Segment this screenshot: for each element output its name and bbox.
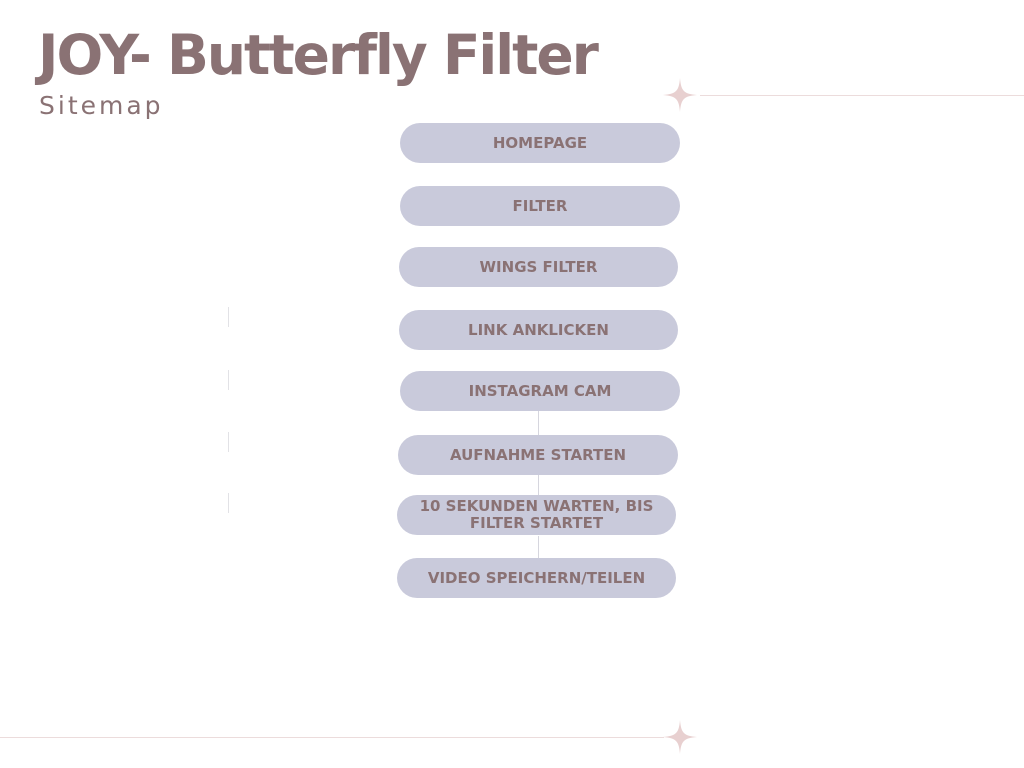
connector-tick (228, 307, 229, 327)
sitemap-node-label: INSTAGRAM CAM (468, 381, 612, 400)
connector-tick (228, 432, 229, 452)
sitemap-node-wings-filter[interactable]: WINGS FILTER (399, 247, 678, 287)
sitemap-node-label: AUFNAHME STARTEN (449, 445, 627, 464)
sitemap-node-link-anklicken[interactable]: LINK ANKLICKEN (399, 310, 678, 350)
divider-line-top (700, 95, 1024, 96)
page-title: JOY- Butterfly Filter (38, 23, 599, 87)
sitemap-node-sekunden-warten[interactable]: 10 SEKUNDEN WARTEN, BIS FILTER STARTET (397, 495, 676, 535)
page-subtitle: Sitemap (39, 91, 164, 120)
sitemap-node-aufnahme-starten[interactable]: AUFNAHME STARTEN (398, 435, 678, 475)
connector-tick (228, 370, 229, 390)
sitemap-node-label: VIDEO SPEICHERN/TEILEN (427, 568, 646, 587)
sitemap-node-label: LINK ANKLICKEN (468, 320, 609, 339)
connector-tick (228, 493, 229, 513)
sitemap-node-label: WINGS FILTER (479, 257, 598, 276)
sparkle-icon (663, 78, 697, 112)
sitemap-node-label: HOMEPAGE (492, 133, 588, 152)
sitemap-node-homepage[interactable]: HOMEPAGE (400, 123, 680, 163)
connector-line (538, 411, 539, 435)
connector-line (538, 536, 539, 558)
sitemap-node-label: FILTER (512, 196, 568, 215)
connector-line (538, 475, 539, 495)
sitemap-node-label: 10 SEKUNDEN WARTEN, BIS FILTER STARTET (419, 497, 654, 532)
sparkle-icon (663, 720, 697, 754)
sitemap-node-filter[interactable]: FILTER (400, 186, 680, 226)
sitemap-node-video-speichern[interactable]: VIDEO SPEICHERN/TEILEN (397, 558, 676, 598)
sitemap-node-instagram-cam[interactable]: INSTAGRAM CAM (400, 371, 680, 411)
divider-line-bottom (0, 737, 664, 738)
